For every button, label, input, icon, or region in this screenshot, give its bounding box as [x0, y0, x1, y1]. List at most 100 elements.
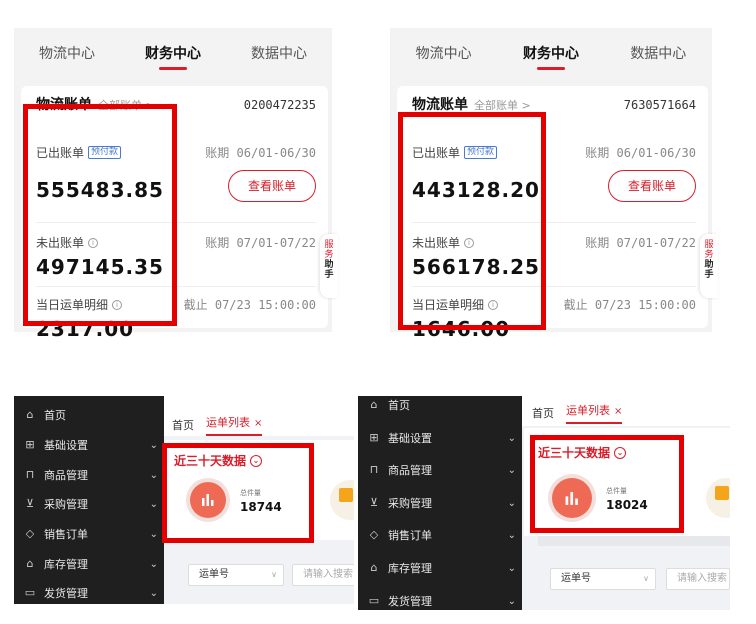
tab-data[interactable]: 数据中心	[630, 39, 686, 63]
tab-waybill-list[interactable]: 运单列表 ×	[566, 402, 623, 424]
select-value: 运单号	[199, 569, 229, 580]
home-icon: ⌂	[26, 408, 34, 421]
billed-period: 账期 06/01-06/30	[585, 146, 696, 160]
assistant-char: 服	[324, 240, 334, 250]
tab-finance[interactable]: 财务中心	[523, 39, 579, 70]
highlight-box	[23, 104, 177, 326]
tab-logistics[interactable]: 物流中心	[39, 39, 95, 63]
highlight-box	[530, 435, 684, 533]
tab-label: 运单列表	[566, 404, 610, 417]
chevron-down-icon: ⌄	[149, 558, 158, 570]
nav-label: 商品管理	[44, 469, 88, 482]
tag-icon: ◇	[25, 527, 35, 540]
assistant-char: 务	[324, 250, 334, 260]
nav-sales-orders[interactable]: ◇ 销售订单 ⌄	[14, 519, 164, 549]
chevron-down-icon: ⌄	[507, 595, 516, 607]
tab-data[interactable]: 数据中心	[251, 39, 307, 63]
nav-products[interactable]: ⊓ 商品管理 ⌄	[358, 455, 522, 485]
nav-basic-settings[interactable]: ⊞ 基础设置 ⌄	[358, 423, 522, 453]
assistant-char: 手	[324, 270, 334, 280]
nav-inventory[interactable]: ⌂ 库存管理 ⌄	[358, 553, 522, 583]
breadcrumb-tabs: 首页 运单列表 ×	[172, 414, 263, 436]
chevron-down-icon: ⌄	[507, 464, 516, 476]
chevron-down-icon: ⌄	[507, 497, 516, 509]
account-number: 0200472235	[243, 98, 316, 112]
chevron-down-icon: ⌄	[149, 587, 158, 599]
nav-products[interactable]: ⊓ 商品管理 ⌄	[14, 460, 164, 490]
nav-label: 商品管理	[388, 464, 432, 477]
assistant-char: 服	[704, 240, 714, 250]
sidebar: ⌂ 首页 ⊞ 基础设置 ⌄ ⊓ 商品管理 ⌄ ⊻ 采购管理 ⌄ ◇ 销售订单 ⌄…	[14, 396, 164, 604]
highlight-box	[162, 443, 314, 543]
crumb-home[interactable]: 首页	[532, 405, 554, 421]
search-input[interactable]: 请输入搜索	[666, 568, 730, 590]
breadcrumb-tabs: 首页 运单列表 ×	[532, 402, 623, 424]
nav-label: 库存管理	[44, 558, 88, 571]
filter-select[interactable]: 运单号 ∨	[188, 564, 284, 586]
daily-cutoff: 截止 07/23 15:00:00	[183, 298, 316, 312]
top-tabs: 物流中心 财务中心 数据中心	[14, 28, 332, 74]
service-assistant-button[interactable]: 服 务 助 手	[700, 234, 718, 298]
daily-cutoff: 截止 07/23 15:00:00	[563, 298, 696, 312]
scrollbar[interactable]	[538, 536, 730, 546]
tag-icon: ◇	[369, 528, 379, 541]
close-icon[interactable]: ×	[614, 406, 622, 417]
grid-icon: ⊞	[369, 431, 379, 444]
chevron-down-icon: ∨	[271, 570, 277, 579]
nav-label: 基础设置	[44, 439, 88, 452]
all-bills-link[interactable]: 全部账单 >	[474, 97, 531, 113]
nav-home[interactable]: ⌂ 首页	[14, 400, 164, 430]
filter-select[interactable]: 运单号 ∨	[550, 568, 656, 590]
chevron-down-icon: ∨	[643, 574, 649, 583]
box-icon: ▭	[368, 594, 380, 607]
chevron-down-icon: ⌄	[507, 529, 516, 541]
chevron-down-icon: ⌄	[149, 528, 158, 540]
nav-shipping[interactable]: ▭ 发货管理 ⌄	[14, 578, 164, 604]
card-header: 物流账单 全部账单 > 7630571664	[412, 94, 696, 114]
highlight-box	[398, 112, 546, 330]
cart-icon: ⊻	[369, 496, 379, 509]
view-bill-button[interactable]: 查看账单	[608, 170, 696, 202]
select-value: 运单号	[561, 573, 591, 584]
tab-finance[interactable]: 财务中心	[145, 39, 201, 70]
nav-label: 发货管理	[388, 595, 432, 608]
bag-icon: ⊓	[25, 468, 35, 481]
chevron-down-icon: ⌄	[149, 469, 158, 481]
nav-label: 采购管理	[44, 498, 88, 511]
assistant-char: 助	[324, 260, 334, 270]
nav-shipping[interactable]: ▭ 发货管理 ⌄	[358, 586, 522, 610]
nav-label: 销售订单	[388, 529, 432, 542]
nav-basic-settings[interactable]: ⊞ 基础设置 ⌄	[14, 430, 164, 460]
search-input[interactable]: 请输入搜索	[292, 564, 354, 586]
nav-label: 首页	[44, 409, 66, 422]
tab-logistics[interactable]: 物流中心	[416, 39, 472, 63]
nav-label: 首页	[388, 399, 410, 412]
warehouse-icon: ⌂	[26, 557, 34, 570]
assistant-char: 助	[704, 260, 714, 270]
close-icon[interactable]: ×	[254, 418, 262, 429]
nav-home[interactable]: ⌂ 首页	[358, 396, 522, 420]
nav-label: 采购管理	[388, 497, 432, 510]
nav-sales-orders[interactable]: ◇ 销售订单 ⌄	[358, 520, 522, 550]
sidebar: ⌂ 首页 ⊞ 基础设置 ⌄ ⊓ 商品管理 ⌄ ⊻ 采购管理 ⌄ ◇ 销售订单 ⌄…	[358, 396, 522, 610]
nav-purchasing[interactable]: ⊻ 采购管理 ⌄	[358, 488, 522, 518]
view-bill-button[interactable]: 查看账单	[228, 170, 316, 202]
service-assistant-button[interactable]: 服 务 助 手	[320, 234, 338, 298]
crumb-home[interactable]: 首页	[172, 417, 194, 433]
billed-period: 账期 06/01-06/30	[205, 146, 316, 160]
box-icon: ▭	[24, 586, 36, 599]
tab-waybill-list[interactable]: 运单列表 ×	[206, 414, 263, 436]
chevron-down-icon: ⌄	[507, 432, 516, 444]
grid-icon: ⊞	[25, 438, 35, 451]
bag-icon: ⊓	[369, 463, 379, 476]
account-number: 7630571664	[623, 98, 696, 112]
top-tabs: 物流中心 财务中心 数据中心	[390, 28, 712, 74]
nav-label: 库存管理	[388, 562, 432, 575]
nav-purchasing[interactable]: ⊻ 采购管理 ⌄	[14, 489, 164, 519]
assistant-char: 务	[704, 250, 714, 260]
assistant-char: 手	[704, 270, 714, 280]
card-title: 物流账单	[412, 97, 468, 113]
warehouse-icon: ⌂	[370, 561, 378, 574]
chevron-down-icon: ⌄	[149, 439, 158, 451]
nav-inventory[interactable]: ⌂ 库存管理 ⌄	[14, 549, 164, 579]
